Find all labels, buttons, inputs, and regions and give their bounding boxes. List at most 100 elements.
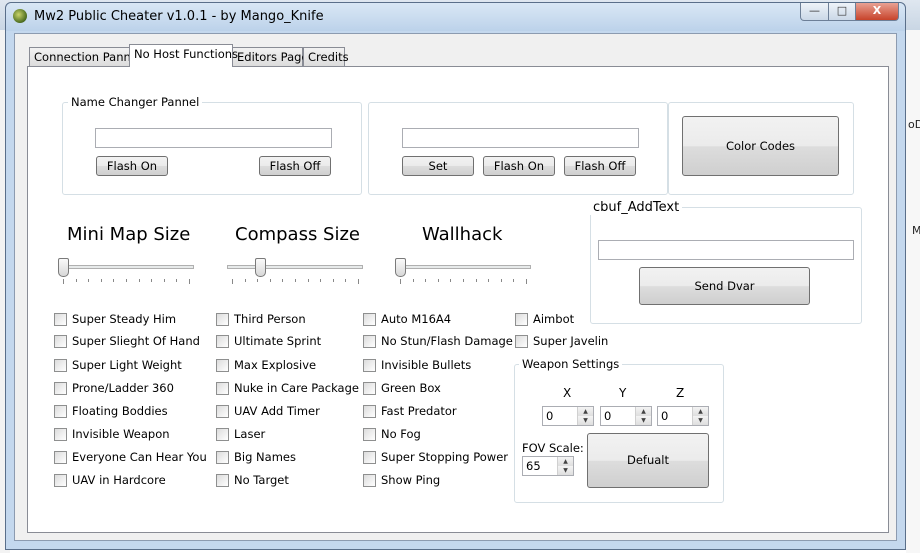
checkbox[interactable] <box>216 313 229 326</box>
checkbox[interactable] <box>54 428 67 441</box>
checkbox[interactable] <box>515 335 528 348</box>
slider-tick <box>526 279 527 284</box>
name-changer-title: Name Changer Pannel <box>68 95 203 109</box>
z-label: Z <box>676 386 685 400</box>
checkbox[interactable] <box>363 474 376 487</box>
checkbox[interactable] <box>363 359 376 372</box>
color-codes-button[interactable]: Color Codes <box>682 116 839 176</box>
checkbox[interactable] <box>54 359 67 372</box>
y-stepper[interactable]: 0 ▲ ▼ <box>600 406 652 426</box>
checkbox-label: Auto M16A4 <box>381 312 452 326</box>
checkbox-label: Invisible Bullets <box>381 358 472 372</box>
slider-tick <box>308 279 309 282</box>
name-changer-input[interactable] <box>95 128 332 148</box>
checkbox[interactable] <box>54 451 67 464</box>
slider-tick <box>345 279 346 282</box>
checkbox-label: No Stun/Flash Damage <box>381 334 513 348</box>
x-spin[interactable]: ▲ ▼ <box>577 407 593 425</box>
slider-track <box>395 265 531 269</box>
flash-off-button[interactable]: Flash Off <box>259 156 331 176</box>
flash-on-button[interactable]: Flash On <box>96 156 168 176</box>
set-button[interactable]: Set <box>402 156 474 176</box>
tab-editors-page[interactable]: Editors Page <box>232 47 309 66</box>
checkbox-label: Invisible Weapon <box>72 427 170 441</box>
z-spin[interactable]: ▲ ▼ <box>692 407 708 425</box>
checkbox[interactable] <box>216 474 229 487</box>
wallhack-slider[interactable] <box>395 257 531 285</box>
mini-map-size-slider[interactable] <box>58 257 194 285</box>
slider-tick <box>513 279 514 282</box>
window-title: Mw2 Public Cheater v1.0.1 - by Mango_Kni… <box>34 9 324 24</box>
cbuf-input[interactable] <box>598 240 854 260</box>
slider-tick <box>450 279 451 282</box>
cbuf-group: cbuf_AddText Send Dvar <box>590 200 862 324</box>
spin-down-icon[interactable]: ▼ <box>578 416 593 425</box>
x-stepper[interactable]: 0 ▲ ▼ <box>542 406 594 426</box>
default-button[interactable]: Defualt <box>587 433 709 488</box>
checkbox[interactable] <box>54 335 67 348</box>
fov-scale-stepper[interactable]: 65 ▲ ▼ <box>522 456 574 476</box>
spin-down-icon[interactable]: ▼ <box>636 416 651 425</box>
window-client-area: Connection Pannel No Host Functions Edit… <box>14 33 897 541</box>
checkbox[interactable] <box>363 335 376 348</box>
name-set-input[interactable] <box>402 128 639 148</box>
checkbox[interactable] <box>363 382 376 395</box>
slider-thumb[interactable] <box>395 258 406 277</box>
checkbox-label: Super Stopping Power <box>381 450 508 464</box>
slider-ticks <box>63 279 190 284</box>
checkbox[interactable] <box>363 451 376 464</box>
checkbox[interactable] <box>54 382 67 395</box>
fov-scale-value: 65 <box>526 459 541 473</box>
slider-tick <box>151 279 152 282</box>
y-value: 0 <box>604 409 612 423</box>
slider-thumb[interactable] <box>255 258 266 277</box>
slider-tick <box>438 279 439 282</box>
slider-track <box>227 265 363 269</box>
spin-down-icon[interactable]: ▼ <box>693 416 708 425</box>
slider-tick <box>189 279 190 284</box>
checkbox-label: Green Box <box>381 381 441 395</box>
compass-size-slider[interactable] <box>227 257 363 285</box>
spin-down-icon[interactable]: ▼ <box>558 466 573 475</box>
checkbox[interactable] <box>216 382 229 395</box>
maximize-button[interactable]: □ <box>828 3 856 21</box>
send-dvar-button[interactable]: Send Dvar <box>639 267 810 305</box>
checkbox-label: Prone/Ladder 360 <box>72 381 174 395</box>
checkbox[interactable] <box>216 451 229 464</box>
checkbox[interactable] <box>363 405 376 418</box>
slider-tick <box>270 279 271 282</box>
tab-no-host-functions[interactable]: No Host Functions <box>129 44 238 67</box>
checkbox[interactable] <box>54 405 67 418</box>
tab-credits[interactable]: Credits <box>303 47 349 66</box>
desktop-fragment-text: oD <box>908 118 920 131</box>
title-bar[interactable]: Mw2 Public Cheater v1.0.1 - by Mango_Kni… <box>6 3 905 31</box>
slider-tick <box>101 279 102 282</box>
flash-off-button-2[interactable]: Flash Off <box>564 156 636 176</box>
checkbox-label: Floating Boddies <box>72 404 168 418</box>
minimize-button[interactable]: — <box>800 3 829 21</box>
checkbox[interactable] <box>216 428 229 441</box>
y-label: Y <box>619 386 627 400</box>
checkbox[interactable] <box>363 313 376 326</box>
checkbox[interactable] <box>216 405 229 418</box>
checkbox[interactable] <box>515 313 528 326</box>
checkbox-label: No Fog <box>381 427 421 441</box>
y-spin[interactable]: ▲ ▼ <box>635 407 651 425</box>
flash-on-button-2[interactable]: Flash On <box>483 156 555 176</box>
z-stepper[interactable]: 0 ▲ ▼ <box>657 406 709 426</box>
checkbox[interactable] <box>54 474 67 487</box>
slider-tick <box>126 279 127 282</box>
tab-connection-pannel[interactable]: Connection Pannel <box>29 47 141 66</box>
checkbox[interactable] <box>363 428 376 441</box>
checkbox[interactable] <box>216 359 229 372</box>
weapon-settings-title: Weapon Settings <box>519 357 623 371</box>
close-button[interactable]: X <box>855 3 899 21</box>
slider-tick <box>176 279 177 282</box>
checkbox[interactable] <box>216 335 229 348</box>
fov-spin[interactable]: ▲ ▼ <box>557 457 573 475</box>
slider-thumb[interactable] <box>58 258 69 277</box>
compass-size-label: Compass Size <box>235 224 360 245</box>
checkbox[interactable] <box>54 313 67 326</box>
cbuf-title: cbuf_AddText <box>590 200 683 215</box>
checkbox-label: Big Names <box>234 450 296 464</box>
